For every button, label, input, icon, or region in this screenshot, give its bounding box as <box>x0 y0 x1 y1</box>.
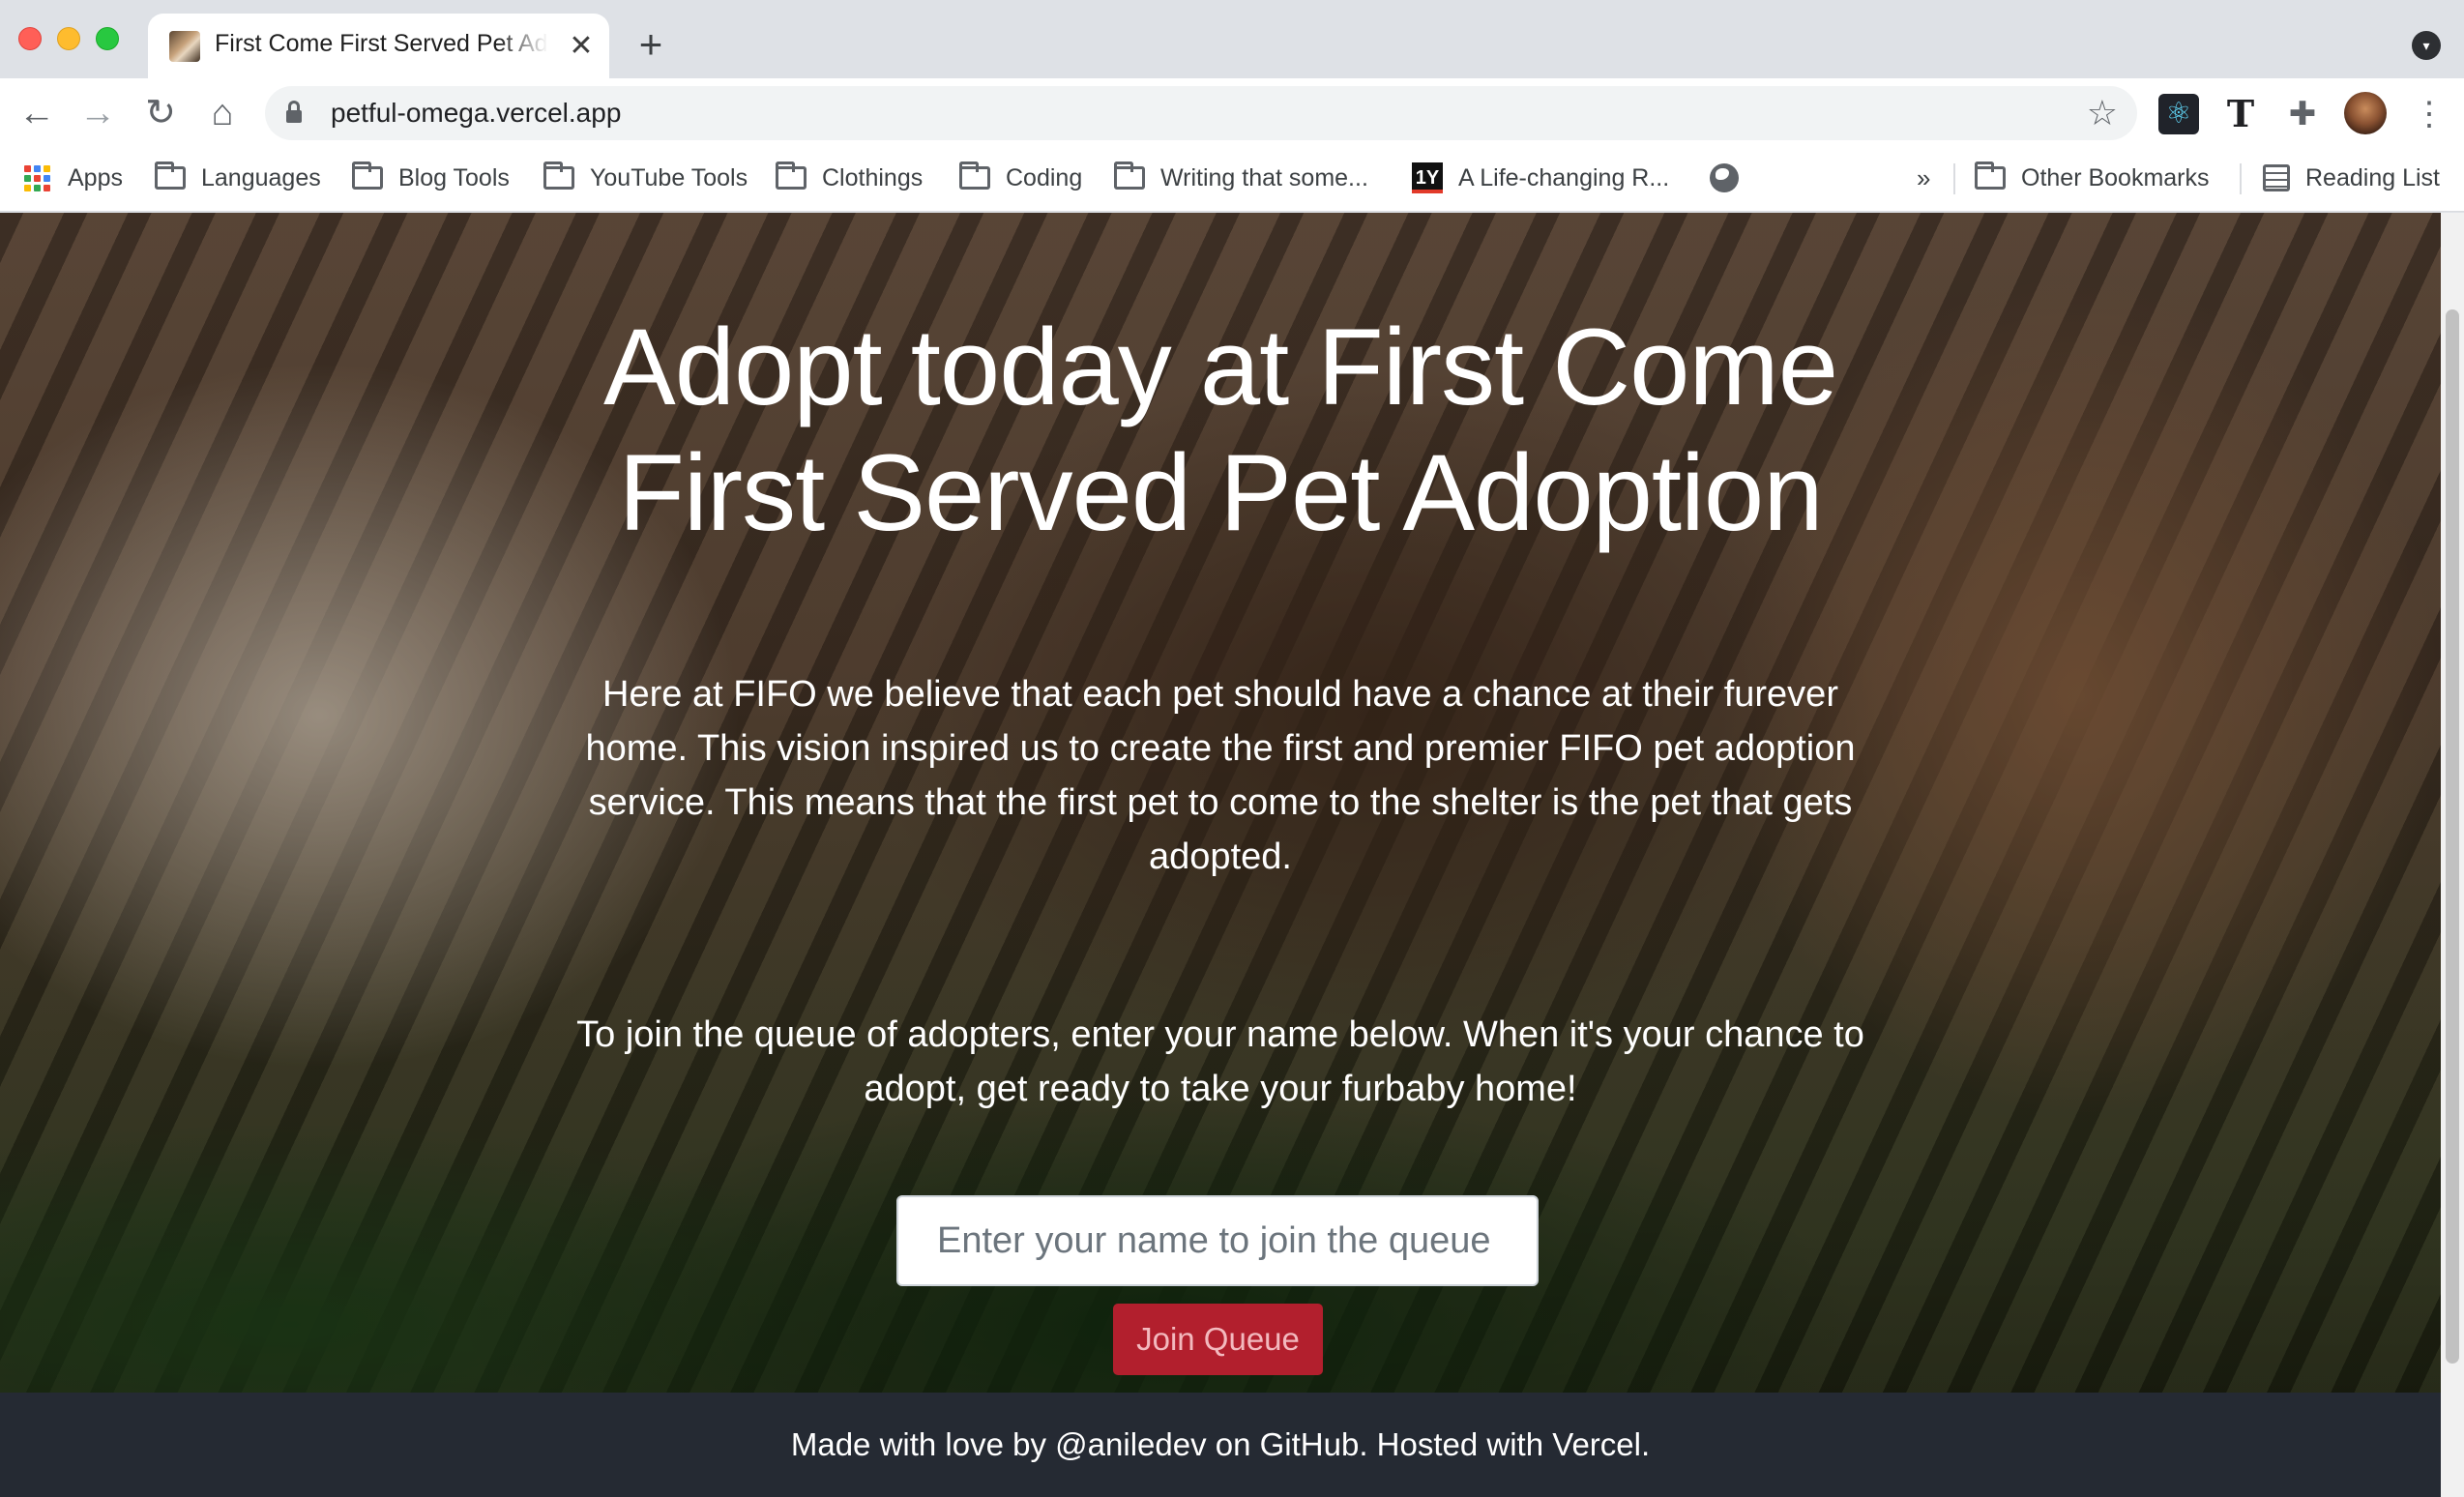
hero-section: Adopt today at First Come First Served P… <box>0 213 2441 1393</box>
intro-paragraph: Here at FIFO we believe that each pet sh… <box>585 674 1856 877</box>
new-tab-icon[interactable]: + <box>630 23 672 66</box>
name-input[interactable] <box>896 1195 1539 1286</box>
join-queue-button[interactable]: Join Queue <box>1113 1304 1323 1375</box>
window-close-button[interactable] <box>18 27 42 50</box>
reload-icon[interactable]: ↻ <box>136 89 185 137</box>
bookmark-folder-writing[interactable]: Writing that some... <box>1114 161 1368 195</box>
bookmark-label: Languages <box>201 163 321 191</box>
bookmark-life-changing[interactable]: 1Y A Life-changing R... <box>1412 161 1669 195</box>
bookmark-label: Writing that some... <box>1160 163 1368 191</box>
react-devtools-icon[interactable]: ⚛ <box>2158 94 2199 134</box>
tab-strip: First Come First Served Pet Adoption ✕ +… <box>0 0 2464 78</box>
bookmarks-bar: Apps Languages Blog Tools YouTube Tools … <box>0 148 2464 212</box>
text-extension-icon[interactable]: T <box>2220 94 2261 134</box>
folder-icon <box>1975 161 2006 190</box>
folder-icon <box>959 161 990 190</box>
browser-menu-icon[interactable]: ⋮ <box>2410 94 2449 134</box>
browser-tab-active[interactable]: First Come First Served Pet Adoption ✕ <box>148 14 609 78</box>
globe-icon <box>1710 163 1739 192</box>
bookmark-star-icon[interactable]: ☆ <box>2087 92 2118 134</box>
queue-instructions: To join the queue of adopters, enter you… <box>576 1014 1864 1109</box>
folder-icon <box>776 161 807 190</box>
bookmark-folder-clothings[interactable]: Clothings <box>776 161 923 195</box>
apps-grid-icon <box>24 164 50 191</box>
address-bar[interactable]: petful-omega.vercel.app ☆ <box>265 86 2137 140</box>
bookmark-label: YouTube Tools <box>590 163 748 191</box>
tab-favicon-icon <box>169 31 200 62</box>
back-icon[interactable]: ← <box>13 89 61 137</box>
reading-list-label: Reading List <box>2305 163 2440 191</box>
address-url[interactable]: petful-omega.vercel.app <box>331 98 621 129</box>
bookmark-label: Blog Tools <box>398 163 510 191</box>
profile-avatar[interactable] <box>2344 92 2387 134</box>
reading-list-icon <box>2263 164 2290 191</box>
folder-icon <box>543 161 574 190</box>
folder-icon <box>155 161 186 190</box>
tab-search-icon[interactable]: ▾ <box>2412 31 2441 60</box>
bookmark-label: Coding <box>1006 163 1083 191</box>
browser-toolbar: ← → ↻ ⌂ petful-omega.vercel.app ☆ ⚛ T ✚ … <box>0 78 2464 148</box>
tab-close-icon[interactable]: ✕ <box>564 29 599 64</box>
life-changing-site-icon: 1Y <box>1412 162 1443 193</box>
scrollbar-thumb[interactable] <box>2446 309 2459 1364</box>
tab-title: First Come First Served Pet Adoption <box>215 30 548 57</box>
page-footer: Made with love by @aniledev on GitHub. H… <box>0 1393 2441 1497</box>
extensions-puzzle-icon[interactable]: ✚ <box>2282 94 2323 134</box>
folder-icon <box>1114 161 1145 190</box>
bookmarks-divider <box>1953 163 1955 194</box>
bookmark-label: A Life-changing R... <box>1458 163 1670 191</box>
home-icon[interactable]: ⌂ <box>198 89 247 137</box>
reading-list-button[interactable]: Reading List <box>2263 161 2440 195</box>
folder-icon <box>352 161 383 190</box>
bookmarks-divider <box>2240 163 2242 194</box>
bookmark-label: Other Bookmarks <box>2021 163 2210 191</box>
hero-title: Adopt today at First Come First Served P… <box>602 307 1838 553</box>
page-scrollbar[interactable] <box>2441 213 2464 1497</box>
bookmark-folder-youtube-tools[interactable]: YouTube Tools <box>543 161 748 195</box>
bookmark-folder-coding[interactable]: Coding <box>959 161 1082 195</box>
bookmark-folder-languages[interactable]: Languages <box>155 161 321 195</box>
bookmark-label: Clothings <box>822 163 924 191</box>
bookmark-folder-blog-tools[interactable]: Blog Tools <box>352 161 510 195</box>
bookmark-apps-label: Apps <box>68 163 123 191</box>
bookmark-apps[interactable]: Apps <box>24 161 123 195</box>
window-maximize-button[interactable] <box>96 27 119 50</box>
bookmarks-overflow-icon[interactable]: » <box>1917 161 1930 195</box>
bookmark-globe[interactable] <box>1710 161 1739 195</box>
forward-icon[interactable]: → <box>73 89 122 137</box>
lock-icon[interactable] <box>286 101 302 124</box>
page-viewport: Adopt today at First Come First Served P… <box>0 213 2464 1497</box>
bookmark-other-bookmarks[interactable]: Other Bookmarks <box>1975 161 2210 195</box>
window-minimize-button[interactable] <box>57 27 80 50</box>
